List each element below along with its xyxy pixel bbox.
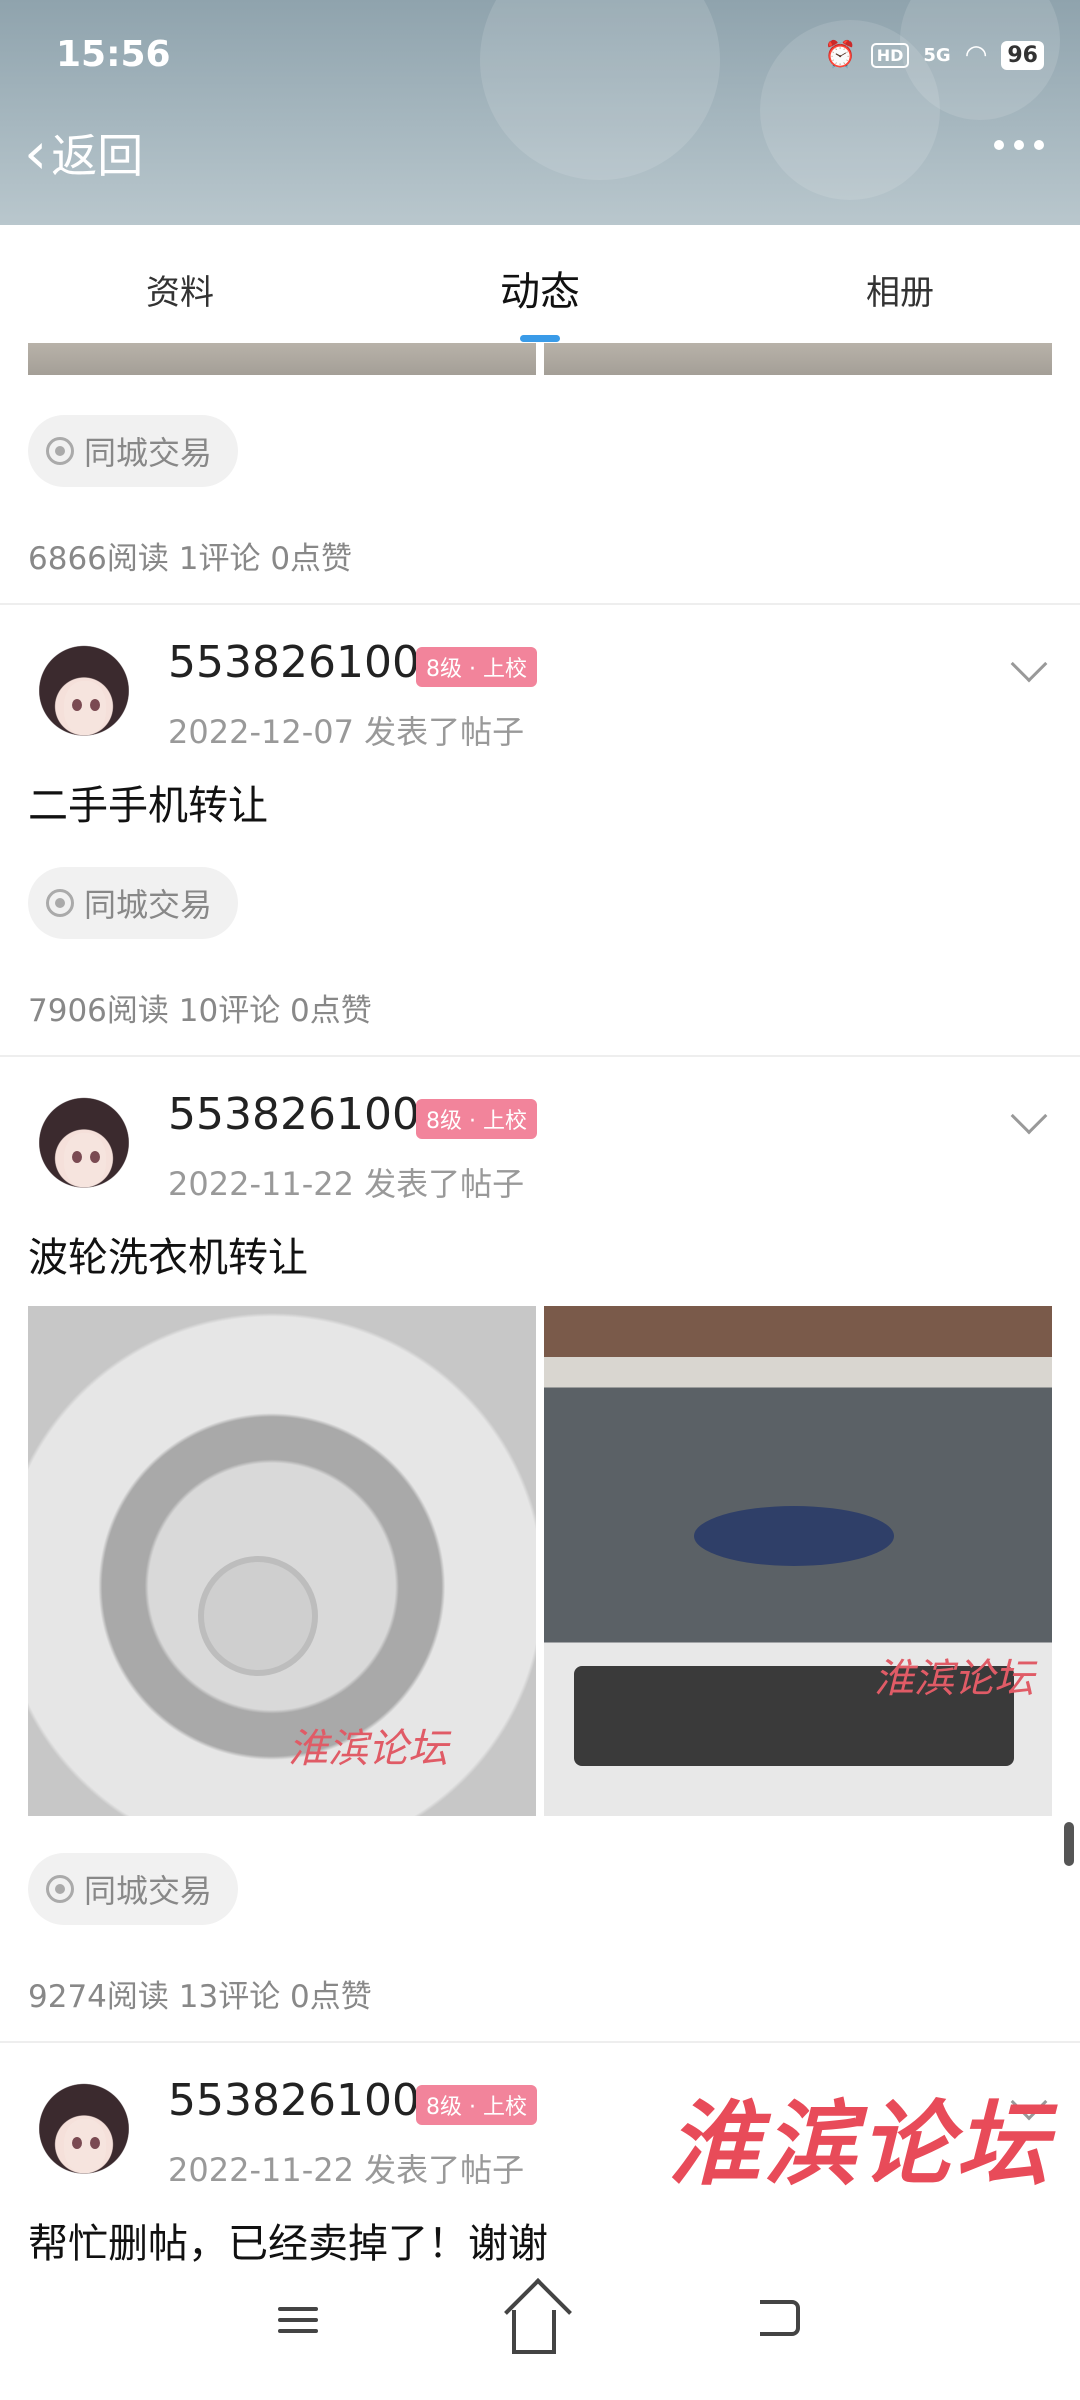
more-dot-icon [994, 140, 1004, 150]
scrollbar-thumb[interactable] [1064, 1822, 1074, 1866]
post-tag[interactable]: 同城交易 [28, 867, 238, 939]
back-nav-button[interactable] [760, 2300, 820, 2360]
post-meta: 2022-12-07 发表了帖子 [168, 713, 525, 751]
post-stats: 7906阅读 10评论 0点赞 [28, 993, 372, 1029]
avatar[interactable] [28, 1089, 140, 1201]
menu-line [278, 2318, 318, 2322]
active-tab-indicator [520, 335, 560, 342]
post-image-strip[interactable] [28, 343, 1052, 375]
post-tag-label: 同城交易 [84, 1872, 213, 1910]
washer-lid-window [694, 1506, 894, 1566]
level-badge: 8级 · 上校 [416, 1099, 537, 1139]
hd-icon: HD [870, 42, 910, 68]
home-icon [504, 2278, 572, 2354]
post-image[interactable] [28, 343, 536, 375]
tab-activity[interactable]: 动态 [500, 259, 580, 317]
washer-drum-center [198, 1556, 318, 1676]
avatar-face [64, 2119, 106, 2173]
menu-icon[interactable] [278, 2300, 338, 2360]
post-title[interactable]: 波轮洗衣机转让 [28, 1225, 308, 1283]
menu-line [278, 2329, 318, 2333]
back-button[interactable]: ‹ 返回 [24, 120, 143, 186]
post-title[interactable]: 帮忙删帖，已经卖掉了！谢谢 [28, 2211, 548, 2269]
post-divider [0, 603, 1080, 605]
menu-line [278, 2307, 318, 2311]
battery-icon: 96 [1001, 40, 1044, 70]
post-tag[interactable]: 同城交易 [28, 1853, 238, 1925]
avatar-face [64, 681, 106, 735]
avatar-eye [90, 699, 100, 711]
level-badge: 8级 · 上校 [416, 2085, 537, 2125]
home-button[interactable] [504, 2278, 572, 2360]
home-roof [504, 2278, 572, 2346]
chevron-down-icon[interactable] [1010, 1097, 1048, 1135]
profile-tabs: 资料 动态 相册 [0, 225, 1080, 343]
post-meta: 2022-11-22 发表了帖子 [168, 2151, 525, 2189]
return-icon [760, 2300, 800, 2336]
post-divider [0, 1055, 1080, 1057]
target-icon [46, 889, 74, 917]
chevron-down-icon[interactable] [1010, 645, 1048, 683]
more-dot-icon [1014, 140, 1024, 150]
avatar[interactable] [28, 637, 140, 749]
status-icons: ⏰ HD 5G ◠ 96 [824, 40, 1044, 70]
post-meta: 2022-11-22 发表了帖子 [168, 1165, 525, 1203]
alarm-icon: ⏰ [824, 40, 857, 70]
system-navigation-bar [0, 2270, 1080, 2400]
avatar-face [64, 1133, 106, 1187]
post-username[interactable]: 553826100 [168, 2075, 420, 2126]
post-stats: 6866阅读 1评论 0点赞 [28, 541, 353, 577]
washer-drum-photo[interactable]: 淮滨论坛 [28, 1306, 536, 1816]
status-time: 15:56 [56, 34, 171, 75]
avatar-eye [72, 699, 82, 711]
signal-icon: 5G [923, 44, 951, 66]
status-bar: 15:56 ⏰ HD 5G ◠ 96 [0, 0, 1080, 110]
post-image-grid[interactable]: 淮滨论坛 淮滨论坛 [28, 1306, 1052, 1816]
target-icon [46, 437, 74, 465]
tab-profile-info[interactable]: 资料 [146, 265, 214, 314]
post-tag[interactable]: 同城交易 [28, 415, 238, 487]
level-badge: 8级 · 上校 [416, 647, 537, 687]
site-watermark: 淮滨论坛 [668, 2090, 1053, 2198]
profile-header: 15:56 ⏰ HD 5G ◠ 96 ‹ 返回 [0, 0, 1080, 225]
avatar[interactable] [28, 2075, 140, 2187]
post-tag-label: 同城交易 [84, 434, 213, 472]
avatar-eye [90, 1151, 100, 1163]
post-tag-label: 同城交易 [84, 886, 213, 924]
more-dot-icon [1034, 140, 1044, 150]
post-username[interactable]: 553826100 [168, 1089, 420, 1140]
tab-album[interactable]: 相册 [866, 265, 934, 314]
back-label: 返回 [51, 129, 144, 183]
post-header: 553826100 8级 · 上校 2022-11-22 发表了帖子 [0, 1089, 1080, 1219]
more-options-button[interactable] [994, 140, 1044, 150]
target-icon [46, 1875, 74, 1903]
post-image[interactable] [544, 343, 1052, 375]
avatar-eye [72, 2137, 82, 2149]
header-nav: ‹ 返回 [0, 120, 1080, 200]
photo-watermark: 淮滨论坛 [874, 1656, 1034, 1702]
wifi-icon: ◠ [964, 40, 988, 70]
post-stats: 9274阅读 13评论 0点赞 [28, 1979, 372, 2015]
photo-watermark: 淮滨论坛 [288, 1726, 448, 1772]
washer-lid-photo[interactable]: 淮滨论坛 [544, 1306, 1052, 1816]
post-divider [0, 2041, 1080, 2043]
post-username[interactable]: 553826100 [168, 637, 420, 688]
post-title[interactable]: 二手手机转让 [28, 773, 268, 831]
chevron-left-icon: ‹ [24, 119, 48, 187]
post-header: 553826100 8级 · 上校 2022-12-07 发表了帖子 [0, 637, 1080, 767]
avatar-eye [72, 1151, 82, 1163]
avatar-eye [90, 2137, 100, 2149]
